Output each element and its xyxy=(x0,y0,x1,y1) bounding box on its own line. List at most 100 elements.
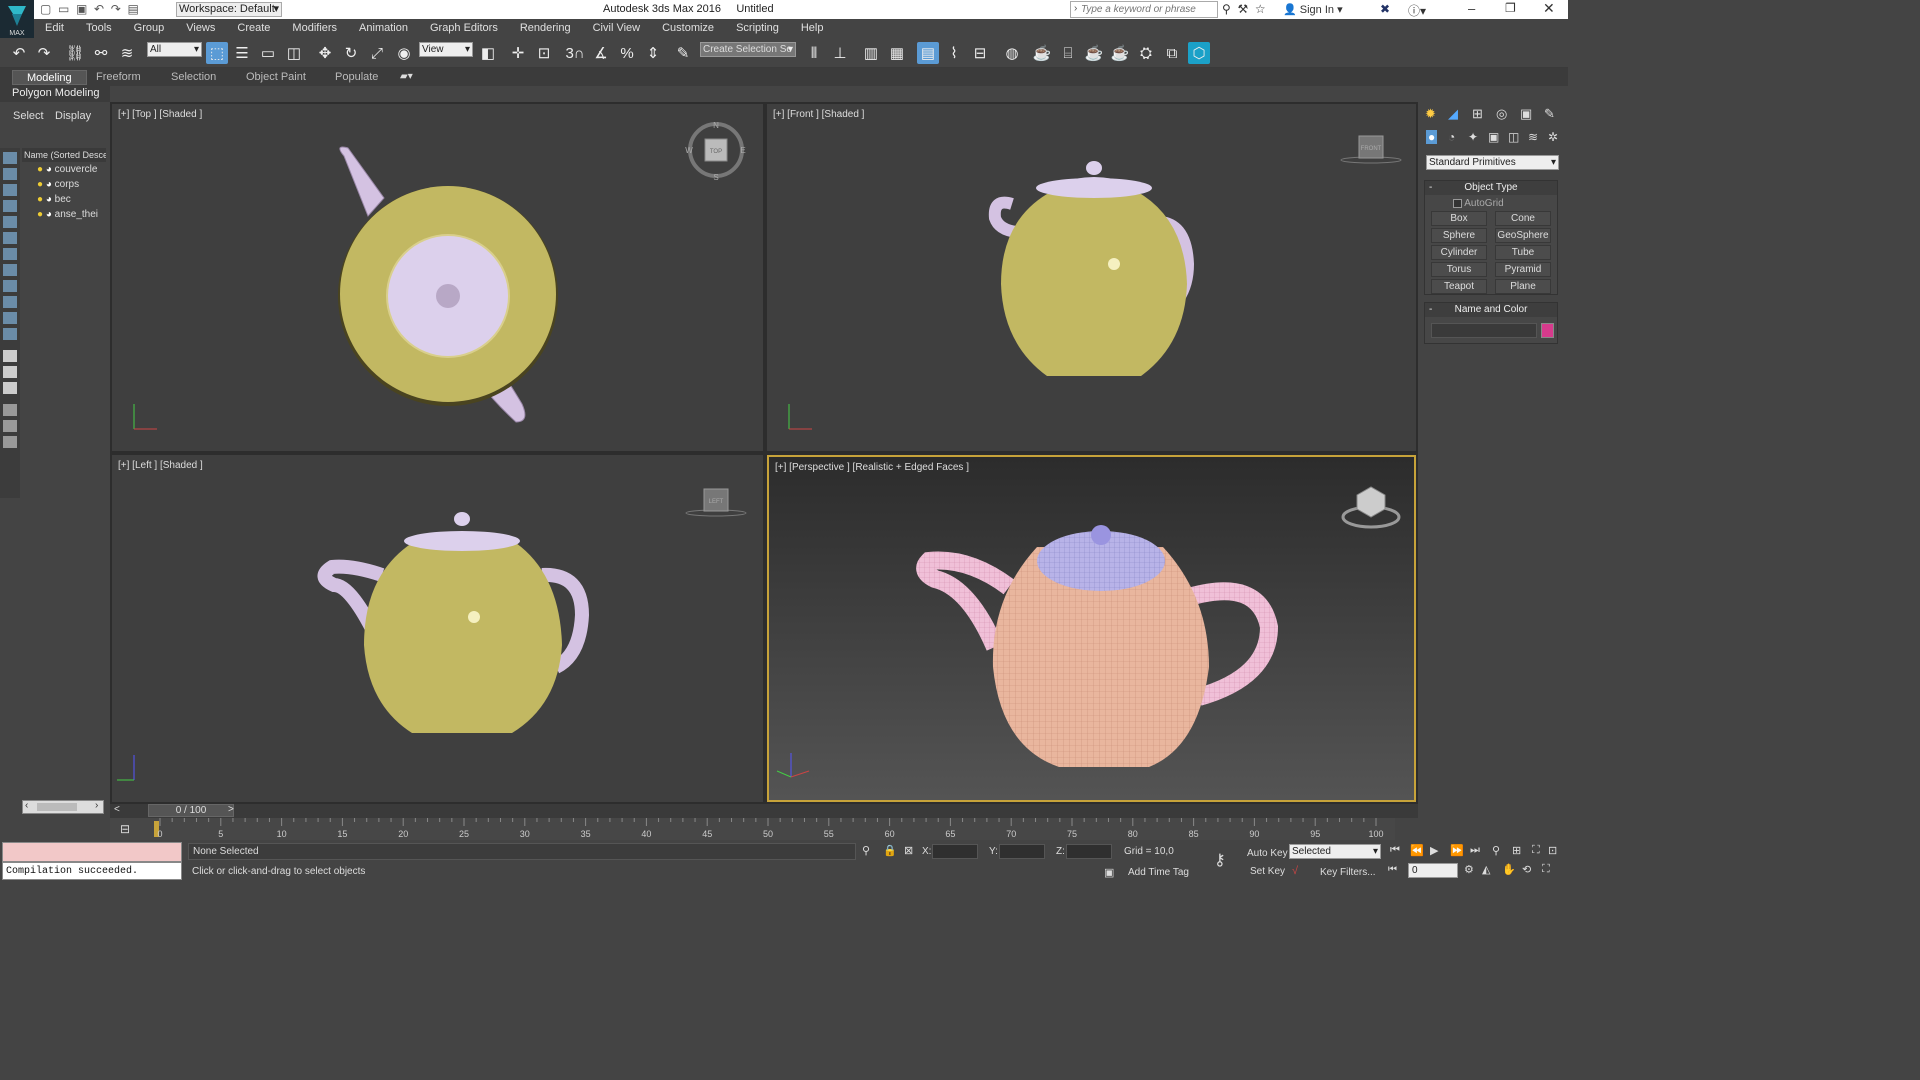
zoom-extents-icon[interactable]: ⛶ xyxy=(1532,844,1540,857)
light-bulb-icon[interactable]: ● xyxy=(22,164,43,175)
create-tab-icon[interactable]: ✹ xyxy=(1425,106,1436,122)
menu-animation[interactable]: Animation xyxy=(348,19,419,34)
hierarchy-tab-icon[interactable]: ⊞ xyxy=(1472,106,1483,122)
filter-icon[interactable] xyxy=(3,404,17,416)
mirror-icon[interactable]: ⫴ xyxy=(803,42,825,64)
edit-named-selection-icon[interactable]: ✎ xyxy=(672,42,694,64)
workspace-dropdown[interactable]: Workspace: Default ▾ xyxy=(176,2,282,17)
modify-tab-icon[interactable]: ◢ xyxy=(1448,106,1458,122)
name-and-color-title[interactable]: - Name and Color xyxy=(1425,303,1557,317)
ribbon-options-icon[interactable]: ▰▾ xyxy=(400,71,413,82)
close-button[interactable]: ✕ xyxy=(1543,0,1555,17)
geosphere-button[interactable]: GeoSphere xyxy=(1495,228,1551,243)
ribbon-tab-selection[interactable]: Selection xyxy=(157,70,230,85)
percent-snap-icon[interactable]: % xyxy=(616,42,638,64)
maxscript-listener-output[interactable]: Compilation succeeded. xyxy=(2,862,182,880)
display-frozen-icon[interactable] xyxy=(3,312,17,324)
render-production-icon[interactable]: ☕ xyxy=(1083,42,1105,64)
viewport-label-perspective[interactable]: [+] [Perspective ] [Realistic + Edged Fa… xyxy=(775,462,969,473)
minimize-button[interactable]: – xyxy=(1468,1,1475,16)
key-mode-toggle-icon[interactable]: ⏮ xyxy=(1388,864,1397,875)
link-icon[interactable]: ⛓ xyxy=(64,42,86,64)
viewport-front[interactable]: [+] [Front ] [Shaded ] FRONT xyxy=(767,104,1416,451)
select-by-name-icon[interactable]: ☰ xyxy=(231,42,253,64)
named-selection-sets-dropdown[interactable]: Create Selection Se ▾ xyxy=(700,42,796,57)
select-manipulate-icon[interactable]: ✛ xyxy=(507,42,529,64)
open-file-icon[interactable]: ▭ xyxy=(58,2,69,16)
viewcube[interactable]: FRONT xyxy=(1340,135,1402,164)
list-item[interactable]: ● ◕ bec xyxy=(22,194,106,209)
viewport-top[interactable]: [+] [Top ] [Shaded ] TOP N S E W xyxy=(112,104,763,451)
zoom-all-icon[interactable]: ⊞ xyxy=(1512,844,1521,857)
sign-in-button[interactable]: 👤 Sign In ▾ xyxy=(1283,3,1343,16)
teapot-button[interactable]: Teapot xyxy=(1431,279,1487,294)
pyramid-button[interactable]: Pyramid xyxy=(1495,262,1551,277)
selection-lock-icon[interactable]: 🔒 xyxy=(883,844,897,857)
cameras-icon[interactable]: ▣ xyxy=(1488,130,1499,144)
cone-button[interactable]: Cone xyxy=(1495,211,1551,226)
menu-tools[interactable]: Tools xyxy=(75,19,123,34)
scroll-left-icon[interactable]: ‹ xyxy=(25,800,28,811)
primitive-type-dropdown[interactable]: Standard Primitives ▾ xyxy=(1426,155,1559,170)
play-icon[interactable]: ▶ xyxy=(1430,844,1438,857)
teapot-perspective[interactable] xyxy=(916,525,1279,767)
helpers-icon[interactable]: ◫ xyxy=(1508,130,1519,144)
plane-button[interactable]: Plane xyxy=(1495,279,1551,294)
menu-rendering[interactable]: Rendering xyxy=(509,19,582,34)
autogrid-checkbox[interactable]: AutoGrid xyxy=(1453,198,1504,209)
display-containers-icon[interactable] xyxy=(3,296,17,308)
list-item[interactable]: ● ◕ couvercle xyxy=(22,164,106,179)
display-hidden-icon[interactable] xyxy=(3,328,17,340)
exchange-icon[interactable]: ✖ xyxy=(1380,2,1390,16)
display-shapes-icon[interactable] xyxy=(3,168,17,180)
sphere-button[interactable]: Sphere xyxy=(1431,228,1487,243)
binoculars-icon[interactable]: ⚲ xyxy=(1222,2,1231,16)
curve-editor-icon[interactable]: ⌇ xyxy=(943,42,965,64)
viewport-perspective[interactable]: [+] [Perspective ] [Realistic + Edged Fa… xyxy=(767,455,1416,802)
ribbon-tab-populate[interactable]: Populate xyxy=(321,70,392,85)
search-box[interactable]: › xyxy=(1070,1,1218,18)
display-none-icon[interactable] xyxy=(3,366,17,378)
window-crossing-icon[interactable]: ◫ xyxy=(283,42,305,64)
pan-view-icon[interactable]: ✋ xyxy=(1502,863,1516,876)
viewport-label-left[interactable]: [+] [Left ] [Shaded ] xyxy=(118,460,203,471)
viewport-left[interactable]: [+] [Left ] [Shaded ] LEFT xyxy=(112,455,763,802)
key-filters-button[interactable]: Key Filters... xyxy=(1320,867,1376,878)
absolute-mode-transform-icon[interactable]: ⊠ xyxy=(904,844,913,857)
place-icon[interactable]: ◉ xyxy=(393,42,415,64)
pivot-center-icon[interactable]: ◧ xyxy=(477,42,499,64)
autodesk-a360-icon[interactable]: ⬡ xyxy=(1188,42,1210,64)
zoom-icon[interactable]: ⚲ xyxy=(1492,844,1500,857)
render-setup-icon[interactable]: ☕ xyxy=(1031,42,1053,64)
display-bones-icon[interactable] xyxy=(3,280,17,292)
app-logo[interactable]: MAX xyxy=(0,0,34,38)
subscription-icon[interactable]: ⚒ xyxy=(1237,2,1248,16)
search-input[interactable] xyxy=(1081,3,1215,16)
undo-icon[interactable]: ↶ xyxy=(94,2,104,16)
display-space-warps-icon[interactable] xyxy=(3,232,17,244)
menu-views[interactable]: Views xyxy=(175,19,226,34)
light-bulb-icon[interactable]: ● xyxy=(22,194,43,205)
track-bar[interactable]: ⊟ 0 5 10 15 20 25 30 35 40 45 50 55 60 65 70 75 80 85 90 95… xyxy=(110,818,1395,840)
display-helpers-icon[interactable] xyxy=(3,216,17,228)
list-item[interactable]: ● ◕ corps xyxy=(22,179,106,194)
viewport-label-front[interactable]: [+] [Front ] [Shaded ] xyxy=(773,109,864,120)
systems-icon[interactable]: ✲ xyxy=(1548,130,1558,144)
menu-graph-editors[interactable]: Graph Editors xyxy=(419,19,509,34)
new-file-icon[interactable]: ▢ xyxy=(40,2,51,16)
render-iterative-icon[interactable]: ☕ xyxy=(1109,42,1131,64)
ribbon-tab-modeling[interactable]: Modeling xyxy=(12,70,87,85)
next-frame-button[interactable]: > xyxy=(228,804,234,815)
selection-filter-dropdown[interactable]: All ▾ xyxy=(147,42,202,57)
shapes-icon[interactable]: ◔ xyxy=(1448,130,1455,144)
favorites-icon[interactable]: ☆ xyxy=(1255,2,1266,16)
light-bulb-icon[interactable]: ● xyxy=(22,209,43,220)
cylinder-button[interactable]: Cylinder xyxy=(1431,245,1487,260)
reference-coordinate-dropdown[interactable]: View ▾ xyxy=(419,42,473,57)
lights-icon[interactable]: ✦ xyxy=(1468,130,1478,144)
render-in-cloud-icon[interactable]: ⛭ xyxy=(1135,42,1157,64)
viewcube[interactable]: LEFT xyxy=(685,488,747,517)
add-time-tag-label[interactable]: Add Time Tag xyxy=(1128,867,1189,878)
toggle-ribbon-icon[interactable]: ▦ xyxy=(886,42,908,64)
menu-group[interactable]: Group xyxy=(123,19,176,34)
